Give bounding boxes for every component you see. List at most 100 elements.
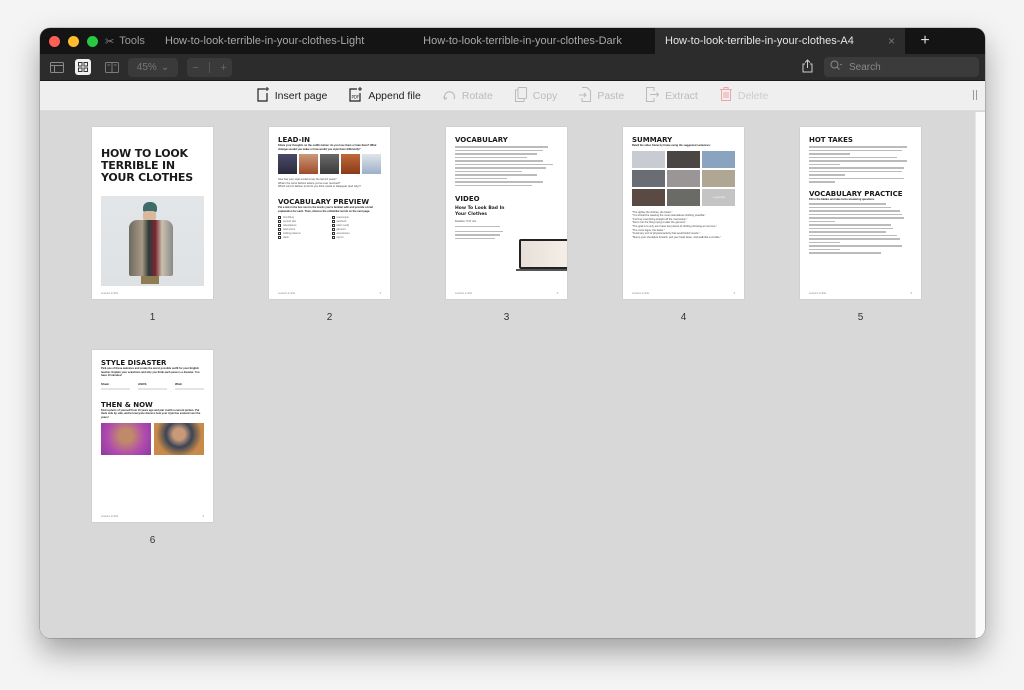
stepper-divider (209, 62, 210, 73)
traffic-lights (40, 28, 105, 54)
grid-view-icon[interactable] (75, 59, 91, 75)
action-label: Append file (368, 89, 421, 102)
page-heading: SUMMARY (632, 136, 673, 144)
video-duration: Duration: 5:47 min (455, 220, 477, 223)
title-bar: ✂ Tools How-to-look-terrible-in-your-clo… (40, 28, 985, 54)
page-number-label: 5 (857, 312, 864, 323)
action-label: Rotate (461, 89, 493, 102)
close-tab-icon[interactable]: × (888, 34, 895, 48)
section-intro: Put a tick in the box next to the words … (278, 205, 373, 213)
add-tab-button[interactable]: + (905, 28, 945, 54)
resize-grip-icon[interactable] (973, 90, 977, 100)
video-frames: + your tip (632, 150, 735, 206)
page-footer: Lessons in ESL 3 (455, 292, 558, 295)
your-tip-tile: + your tip (702, 188, 735, 206)
page-intro: Share your thoughts on the outfits below… (278, 144, 377, 151)
page-footer: Lessons in ESL (101, 292, 204, 295)
page-heading: STYLE DISASTER (101, 359, 167, 367)
page-heading: VOCABULARY (455, 136, 508, 144)
extract-button[interactable]: Extract (646, 86, 698, 105)
checkbox-item: garment (331, 228, 382, 232)
insert-page-button[interactable]: Insert page (257, 86, 328, 105)
checkbox-item: formfitting (278, 216, 328, 220)
page-actions-bar: Insert page PDF Append file Rotate Copy … (40, 81, 985, 111)
checkbox-item: second skin (278, 220, 328, 224)
zoom-out-button[interactable]: − (192, 62, 198, 74)
minimize-window-button[interactable] (68, 35, 79, 47)
laptop-video-image (519, 239, 567, 269)
tab-label: How-to-look-terrible-in-your-clothes-A4 (665, 35, 854, 47)
page-thumbnail-5[interactable]: HOT TAKES VOCABULARY PRACTICE Fill in th… (800, 127, 921, 299)
rotate-button[interactable]: Rotate (442, 88, 493, 104)
tab-tools[interactable]: ✂ Tools (105, 28, 155, 54)
copy-button[interactable]: Copy (514, 86, 557, 105)
action-label: Insert page (274, 89, 328, 102)
vocabulary-definitions (455, 146, 558, 186)
append-file-button[interactable]: PDF Append file (349, 86, 421, 105)
page-thumbnail-4[interactable]: SUMMARY Retell the video frame by frame … (623, 127, 744, 299)
zoom-value: 45% (136, 62, 157, 73)
footer-text: Lessons in ESL (101, 292, 119, 295)
tab-label: How-to-look-terrible-in-your-clothes-Dar… (423, 35, 622, 47)
tab-a4[interactable]: How-to-look-terrible-in-your-clothes-A4 … (655, 28, 905, 54)
two-page-view-icon[interactable] (104, 60, 120, 74)
section-heading: VIDEO (455, 195, 480, 203)
vocabulary-checklist: formfitting mannequin second skin aesthe… (278, 216, 382, 240)
extract-icon (646, 86, 660, 105)
sidebar-toggle-icon[interactable] (49, 60, 65, 74)
page-footer: Lessons in ESL 6 (101, 515, 204, 518)
action-label: Extract (665, 89, 698, 102)
page-thumbnail-1[interactable]: HOW TO LOOK TERRIBLE IN YOUR CLOTHES Les… (92, 127, 213, 299)
app-window: ✂ Tools How-to-look-terrible-in-your-clo… (40, 28, 985, 638)
zoom-window-button[interactable] (87, 35, 98, 47)
section-heading: VOCABULARY PRACTICE (809, 189, 903, 198)
close-window-button[interactable] (49, 35, 60, 47)
tools-icon: ✂ (105, 35, 115, 48)
insert-page-icon (257, 86, 269, 105)
paste-icon (579, 86, 592, 105)
page-heading: HOT TAKES (809, 136, 853, 144)
page-heading: LEAD-IN (278, 136, 310, 144)
section-heading: VOCABULARY PREVIEW (278, 197, 370, 206)
zoom-in-button[interactable]: + (220, 62, 226, 74)
vertical-scrollbar[interactable] (975, 112, 985, 638)
page-thumbnail-3[interactable]: VOCABULARY VIDEO How To Look Bad In Your… (446, 127, 567, 299)
svg-text:PDF: PDF (352, 94, 360, 99)
page-number-label: 3 (503, 312, 510, 323)
section-intro: Find a photo of yourself from 10 years a… (101, 408, 201, 419)
page-footer: Lessons in ESL 4 (632, 292, 735, 295)
rotate-icon (442, 88, 456, 104)
page-thumbnail-6[interactable]: STYLE DISASTER Pick one of these website… (92, 350, 213, 522)
append-pdf-icon: PDF (349, 86, 363, 105)
page-heading: HOW TO LOOK TERRIBLE IN YOUR CLOTHES (101, 147, 193, 184)
question: Which current fashion trend do you think… (278, 185, 361, 189)
website-list: Shein ASOS Wish (101, 382, 204, 392)
zoom-level-select[interactable]: 45% ⌄ (128, 58, 178, 77)
search-icon (830, 60, 843, 74)
checkbox-item: tailor (verb) (331, 224, 382, 228)
fill-in-questions (809, 203, 912, 254)
copy-icon (514, 86, 527, 105)
search-field[interactable]: Search (824, 57, 979, 77)
page-number-label: 6 (149, 535, 156, 546)
outfit-photos (278, 154, 381, 175)
page-number-label: 4 (680, 312, 687, 323)
action-label: Delete (737, 89, 769, 102)
page-footer: Lessons in ESL 2 (278, 292, 381, 295)
page-thumbnail-2[interactable]: LEAD-IN Share your thoughts on the outfi… (269, 127, 390, 299)
trash-icon (719, 87, 732, 104)
zoom-stepper: − + (187, 58, 232, 77)
cover-photo (101, 196, 204, 286)
paste-button[interactable]: Paste (579, 86, 624, 105)
checkbox-item: striking patterns (278, 232, 328, 236)
delete-button[interactable]: Delete (719, 87, 769, 104)
checkbox-item: accessories (331, 232, 382, 236)
chevron-down-icon: ⌄ (160, 62, 170, 73)
share-icon[interactable] (802, 59, 813, 78)
tab-light[interactable]: How-to-look-terrible-in-your-clothes-Lig… (155, 28, 390, 54)
checkbox-item: ostentatious (278, 224, 328, 228)
page-intro: Retell the video frame by frame using th… (632, 144, 711, 147)
tab-dark[interactable]: How-to-look-terrible-in-your-clothes-Dar… (390, 28, 655, 54)
summary-sentences: "The tighter the clothes, the better." "… (632, 210, 722, 239)
laptop-base (516, 269, 567, 271)
